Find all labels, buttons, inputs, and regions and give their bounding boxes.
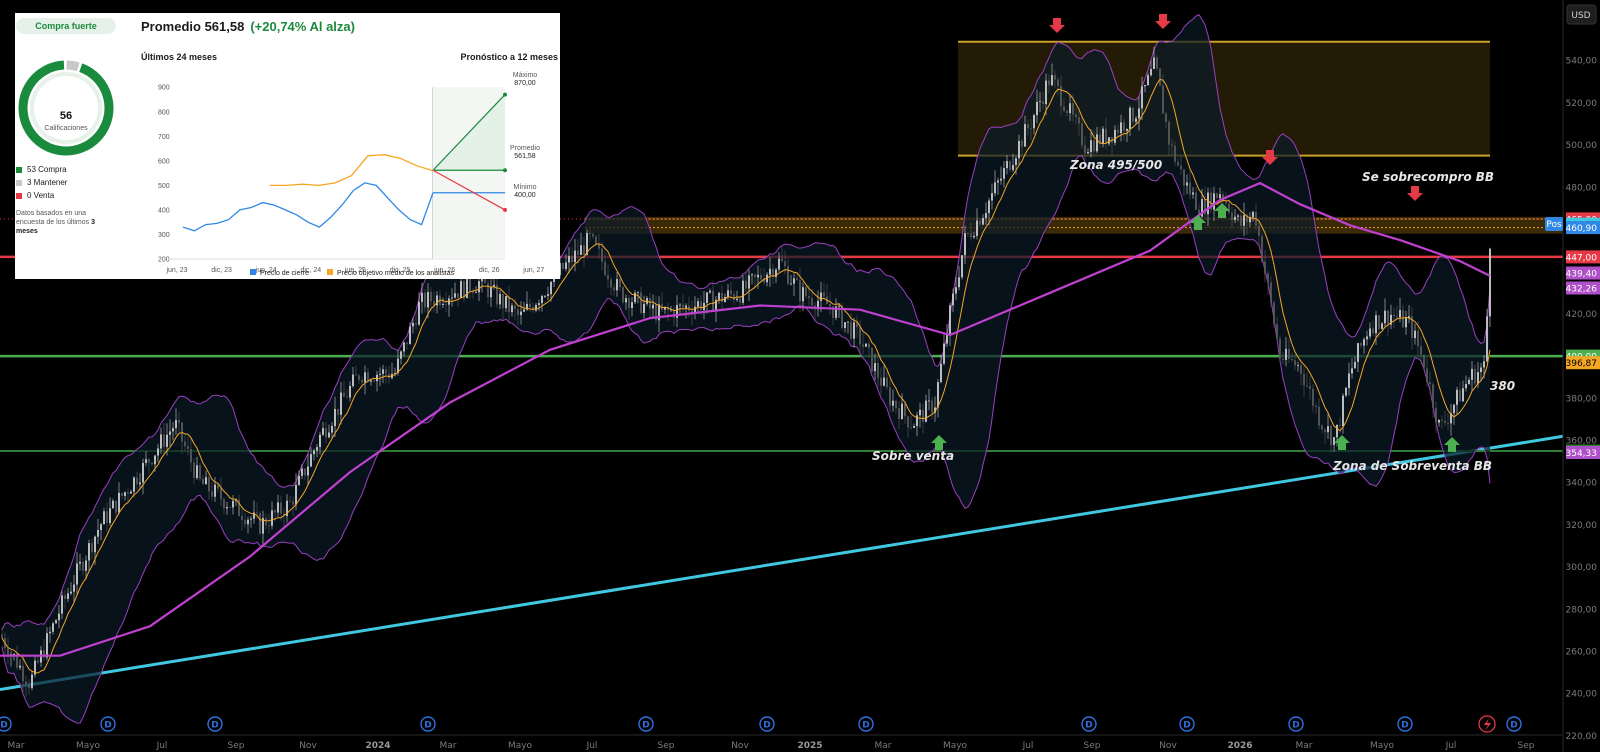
survey-note: Datos basados en una encuesta de los últ… [16,210,96,235]
price-tag-label: 432,26 [1566,285,1598,295]
inset-y-tick: 800 [158,109,170,116]
inset-legend: Precio de cierre Precio objetivo medio de… [250,269,455,277]
price-tick: 480,00 [1566,183,1598,193]
forecast-chart: 56 Calificaciones 900 800 700 600 500 400 300 2… [18,60,544,277]
annotation-380: 380 [1490,379,1515,393]
legend-hold: 3 Mantener [16,178,67,187]
time-tick: Mar [1296,741,1313,751]
time-tick: Mar [875,741,892,751]
dividend-label: D [1183,721,1190,731]
buy-swatch [16,166,22,173]
price-tick: 380,00 [1566,394,1598,404]
inset-y-tick: 300 [158,232,170,239]
dividend-label: D [0,721,7,731]
ratings-count: 56 [60,110,72,122]
time-tick: Mayo [76,741,101,751]
inset-x-tick: jun, 27 [522,267,544,274]
price-tick: 280,00 [1566,605,1598,615]
hold-swatch [16,179,22,186]
legend-close: Precio de cierre [260,270,309,277]
price-tick: 420,00 [1566,310,1598,320]
forecast-label: Máximo [513,72,538,79]
inset-y-tick: 600 [158,158,170,165]
time-tick: Mayo [943,741,968,751]
annotation-zona: Zona 495/500 [1069,158,1162,172]
price-scale-bg [1563,0,1600,752]
price-tag-label: 396,87 [1566,359,1598,369]
inset-x-tick: dic, 23 [211,267,232,274]
time-tick: Nov [1159,741,1177,751]
price-tag-label: 439,40 [1566,270,1598,280]
dividend-markers: DDDDDDDDDDDD [0,716,1522,732]
dividend-label: D [424,721,431,731]
time-tick: 2025 [797,741,822,751]
price-tick: 500,00 [1566,141,1598,151]
time-tick: 2024 [365,741,390,751]
dividend-label: D [642,721,649,731]
time-tick: Mar [8,741,25,751]
forecast-label: 561,58 [514,153,536,160]
analyst-forecast-panel: Compra fuerte Promedio 561,58 (+20,74% Al… [15,13,560,279]
price-tag-label: 460,90 [1566,224,1598,234]
dividend-label: D [1085,721,1092,731]
price-tick: 340,00 [1566,479,1598,489]
inset-axes: 900 800 700 600 500 400 300 200 jun, 23 dic, 23 ju… [158,85,544,274]
dividend-label: D [763,721,770,731]
time-tick: Sep [658,741,675,751]
price-tag-label: 354,33 [1566,449,1598,459]
inset-y-tick: 500 [158,183,170,190]
price-tick: 520,00 [1566,99,1598,109]
time-tick: Sep [1084,741,1101,751]
forecast-label: Mínimo [514,184,537,191]
time-tick: 2026 [1227,741,1252,751]
dividend-label: D [1292,721,1299,731]
price-tick: 240,00 [1566,690,1598,700]
forecast-label: 870,00 [514,80,536,87]
price-tick: 320,00 [1566,521,1598,531]
time-tick: Sep [1518,741,1535,751]
time-tick: Jul [1022,741,1034,751]
time-tick: Sep [228,741,245,751]
inset-y-tick: 200 [158,257,170,264]
annotation-zona-sobreventa: Zona de Sobreventa BB [1332,459,1492,473]
price-tick: 540,00 [1566,57,1598,67]
ratings-donut [18,60,114,156]
time-tick: Jul [586,741,598,751]
dividend-label: D [1401,721,1408,731]
inset-x-tick: dic, 26 [479,267,500,274]
inset-x-tick: jun, 23 [165,267,187,274]
annotation-sobrecompro: Se sobrecompro BB [1362,170,1494,184]
inset-y-tick: 900 [158,85,170,92]
dividend-label: D [211,721,218,731]
ratings-word: Calificaciones [44,125,88,132]
time-tick: Jul [1445,741,1457,751]
time-tick: Mar [440,741,457,751]
dividend-label: D [862,721,869,731]
alert-icon[interactable] [1478,715,1496,733]
time-tick: Mayo [1370,741,1395,751]
time-tick: Jul [156,741,168,751]
price-tick: 260,00 [1566,648,1598,658]
price-tag-label: 447,00 [1566,253,1598,263]
time-tick: Mayo [508,741,533,751]
dividend-label: D [104,721,111,731]
dividend-label: D [1510,721,1517,731]
inset-y-tick: 400 [158,207,170,214]
annotation-sobreventa: Sobre venta [872,449,954,463]
forecast-label: 400,00 [514,192,536,199]
legend-sell: 0 Venta [16,191,54,200]
time-tick: Nov [731,741,749,751]
currency-label: USD [1571,11,1590,21]
time-ticks: Mar Mayo Jul Sep Nov 2024 Mar Mayo Jul Sep Nov 2025… [8,741,1535,751]
legend-target: Precio objetivo medio de los analistas [337,270,455,277]
legend-buy: 53 Compra [16,165,67,174]
time-tick: Nov [299,741,317,751]
forecast-label: Promedio [510,145,540,152]
sell-swatch [16,192,22,199]
price-tick: 220,00 [1566,732,1598,742]
price-tick: 300,00 [1566,563,1598,573]
position-label: Pos [1546,220,1562,230]
inset-y-tick: 700 [158,134,170,141]
